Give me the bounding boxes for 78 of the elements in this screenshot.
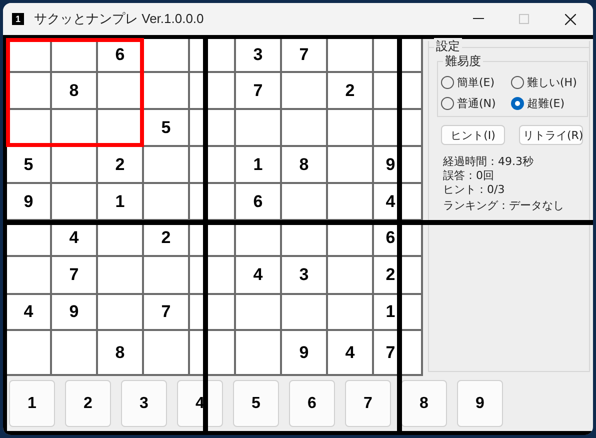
sudoku-cell[interactable] [236,110,280,145]
sudoku-cell[interactable] [144,73,188,108]
difficulty-radio[interactable]: 超難(E) [511,96,589,111]
maximize-icon [519,14,529,24]
number-button[interactable]: 8 [401,380,447,427]
stat-text: 誤答：0回 [443,169,495,183]
sudoku-cell[interactable]: 4 [328,331,372,374]
sudoku-cell[interactable] [328,257,372,293]
sudoku-cell[interactable]: 3 [236,39,280,71]
number-button[interactable]: 3 [121,380,167,427]
sudoku-cell[interactable] [144,257,188,293]
sudoku-cell[interactable]: 7 [282,39,326,71]
sudoku-cell[interactable] [236,331,280,374]
sudoku-cell[interactable] [236,295,280,329]
stat-text: ヒント：0/3 [443,183,506,197]
sudoku-cell[interactable] [98,257,142,293]
sudoku-cell[interactable] [282,73,326,108]
sudoku-cell[interactable] [282,184,326,219]
settings-title: 設定 [434,38,462,55]
number-button[interactable]: 5 [233,380,279,427]
sudoku-cell[interactable] [144,39,188,71]
sudoku-cell[interactable] [52,39,96,71]
ranking-text: ランキング：データなし [443,199,565,212]
sudoku-cell[interactable] [144,184,188,219]
sudoku-cell[interactable]: 7 [144,295,188,329]
sudoku-cell[interactable] [328,295,372,329]
sudoku-cell[interactable] [7,331,50,374]
number-button[interactable]: 1 [9,380,55,427]
difficulty-radio[interactable]: 簡単(E) [441,75,511,90]
sudoku-cell[interactable] [98,295,142,329]
hint-button[interactable]: ヒント(I) [441,125,505,145]
sudoku-cell[interactable] [144,147,188,182]
sudoku-cell[interactable]: 2 [328,73,372,108]
sudoku-cell[interactable] [282,295,326,329]
sudoku-cell[interactable] [7,73,50,108]
sudoku-cell[interactable] [52,147,96,182]
sudoku-cell[interactable]: 9 [52,295,96,329]
sudoku-cell[interactable]: 6 [236,184,280,219]
sudoku-cell[interactable] [52,331,96,374]
sudoku-cell[interactable]: 1 [236,147,280,182]
sudoku-cell[interactable] [7,257,50,293]
sudoku-cell[interactable] [52,110,96,145]
sudoku-cell[interactable]: 7 [236,73,280,108]
sudoku-cell[interactable] [98,73,142,108]
sudoku-cell[interactable] [144,331,188,374]
sudoku-cell[interactable]: 4 [7,295,50,329]
difficulty-title: 難易度 [443,53,483,70]
sudoku-cell[interactable]: 8 [98,331,142,374]
sudoku-cell[interactable] [328,110,372,145]
sudoku-cell[interactable]: 8 [282,147,326,182]
minimize-icon [472,18,484,20]
sudoku-cell[interactable] [328,39,372,71]
sudoku-cell[interactable] [282,110,326,145]
sudoku-cell[interactable]: 1 [98,184,142,219]
sudoku-cell[interactable]: 9 [282,331,326,374]
sudoku-cell[interactable]: 7 [52,257,96,293]
sudoku-cell[interactable]: 8 [52,73,96,108]
close-icon [564,14,576,24]
number-button[interactable]: 9 [457,380,503,427]
sudoku-cell[interactable]: 2 [98,147,142,182]
sudoku-cell[interactable]: 5 [144,110,188,145]
difficulty-radio[interactable]: 難しい(H) [511,75,589,90]
sudoku-cell[interactable] [98,110,142,145]
number-button[interactable]: 2 [65,380,111,427]
window-title: サクッとナンプレ Ver.1.0.0.0 [34,10,205,28]
sudoku-cell[interactable] [328,184,372,219]
stat-text: 経過時間：49.3秒 [443,155,534,169]
sudoku-cell[interactable]: 3 [282,257,326,293]
retry-button[interactable]: リトライ(R) [519,125,583,145]
number-button[interactable]: 6 [289,380,335,427]
sudoku-cell[interactable]: 5 [7,147,50,182]
sudoku-cell[interactable]: 9 [7,184,50,219]
difficulty-radio[interactable]: 普通(N) [441,96,511,111]
sudoku-cell[interactable] [328,147,372,182]
sudoku-cell[interactable] [52,184,96,219]
app-icon: 1 [12,13,24,25]
sudoku-cell[interactable]: 4 [236,257,280,293]
number-button[interactable]: 7 [345,380,391,427]
